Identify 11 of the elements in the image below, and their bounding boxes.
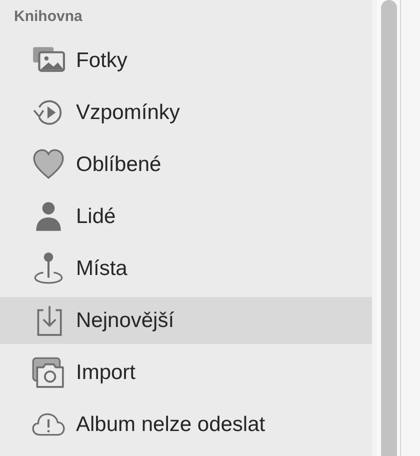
sidebar-item[interactable]: Fotky (0, 37, 372, 84)
sidebar-item[interactable]: Import (0, 349, 372, 396)
camera-icon (31, 355, 66, 390)
sidebar-item[interactable]: Nejnovější (0, 297, 372, 344)
sidebar-item[interactable]: Oblíbené (0, 141, 372, 188)
section-title: Knihovna (14, 8, 82, 25)
sidebar-item[interactable]: Lidé (0, 193, 372, 240)
sidebar-item[interactable]: Album nelze odeslat (0, 401, 372, 448)
sidebar-item[interactable]: Místa (0, 245, 372, 292)
sidebar-item[interactable]: Vzpomínky (0, 89, 372, 136)
scrollbar-thumb[interactable] (380, 0, 396, 456)
